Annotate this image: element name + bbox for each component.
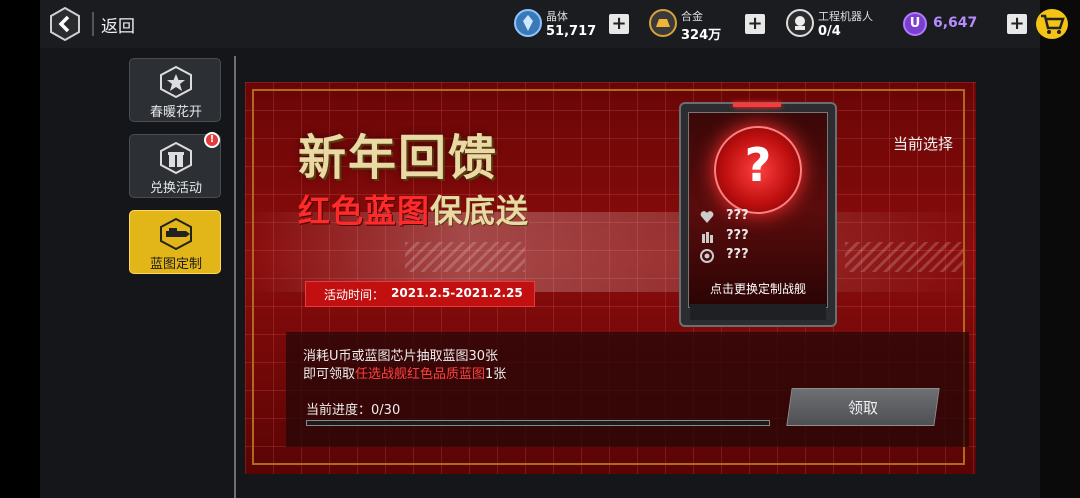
sidebar-item-blueprint[interactable]: 蓝图定制 [129, 210, 221, 274]
current-choice-label: 当前选择 [893, 135, 954, 153]
event-time-label: 活动时间： [324, 288, 385, 302]
progress-label: 当前进度： [306, 403, 372, 418]
card-base [690, 304, 826, 320]
back-label[interactable]: 返回 [101, 12, 135, 37]
u-currency-value: 6,647 [933, 15, 978, 31]
add-crystal-button[interactable]: + [609, 14, 629, 34]
ammo-icon [702, 232, 713, 243]
cart-icon [1041, 14, 1065, 34]
alloy-name: 合金 [681, 10, 703, 23]
progress-bar [306, 420, 770, 426]
event-title: 新年回馈 [298, 130, 499, 186]
question-mark-icon: ? [744, 138, 772, 192]
notification-badge: ! [204, 132, 220, 148]
sidebar-item-label: 兑换活动 [149, 181, 202, 196]
stat-value: ??? [726, 208, 749, 223]
gear-icon [700, 249, 714, 263]
stat-value: ??? [726, 247, 749, 262]
sidebar-divider [234, 56, 236, 498]
crystal-resource: 晶体 51,717 [514, 6, 597, 42]
left-letterbox [0, 0, 40, 498]
event-subtitle-cream: 保底送 [430, 192, 530, 230]
alloy-value: 324万 [681, 28, 722, 43]
event-time-box: 活动时间： 2021.2.5-2021.2.25 [305, 281, 535, 307]
progress-text: 当前进度：0/30 [306, 399, 400, 418]
back-arrow-icon [50, 6, 80, 42]
add-alloy-button[interactable]: + [745, 14, 765, 34]
star-hexagon-icon [157, 65, 195, 99]
desc-text: 即可领取 [303, 367, 356, 382]
back-button[interactable] [48, 6, 82, 42]
event-description-line2: 即可领取任选战舰红色品质蓝图1张 [303, 363, 506, 382]
robot-name: 工程机器人 [818, 10, 873, 23]
event-subtitle-red: 红色蓝图 [298, 192, 431, 230]
event-time-value: 2021.2.5-2021.2.25 [391, 286, 523, 300]
broken-heart-icon [700, 211, 714, 223]
event-subtitle: 红色蓝图保底送 [298, 186, 529, 232]
crystal-value: 51,717 [546, 24, 597, 39]
crystal-icon [514, 9, 542, 37]
robot-value: 0/4 [818, 24, 841, 39]
blueprint-ship-icon [157, 217, 195, 251]
stat-value: ??? [726, 228, 749, 243]
desc-text: 1张 [485, 367, 507, 382]
sidebar-item-spring[interactable]: 春暖花开 [129, 58, 221, 122]
alloy-icon [649, 9, 677, 37]
change-ship-caption[interactable]: 点击更换定制战舰 [679, 280, 837, 297]
right-letterbox [1040, 0, 1080, 498]
shop-cart-button[interactable] [1036, 9, 1068, 39]
u-coin-icon: U [903, 12, 927, 36]
robot-icon [786, 9, 814, 37]
desc-highlight: 任选战舰红色品质蓝图 [355, 367, 486, 382]
add-u-button[interactable]: + [1007, 14, 1027, 34]
card-indicator [733, 103, 781, 107]
alloy-resource: 合金 324万 [649, 6, 729, 43]
progress-value: 0/30 [371, 403, 401, 418]
event-description-line1: 消耗U币或蓝图芯片抽取蓝图30张 [303, 349, 499, 364]
crystal-name: 晶体 [546, 10, 568, 23]
sidebar-item-label: 春暖花开 [149, 105, 202, 120]
top-divider [92, 12, 94, 36]
gift-icon [157, 141, 195, 175]
robot-resource: 工程机器人 0/4 [786, 6, 886, 42]
sidebar-item-label: 蓝图定制 [149, 257, 202, 272]
claim-button-label[interactable]: 领取 [789, 397, 937, 418]
